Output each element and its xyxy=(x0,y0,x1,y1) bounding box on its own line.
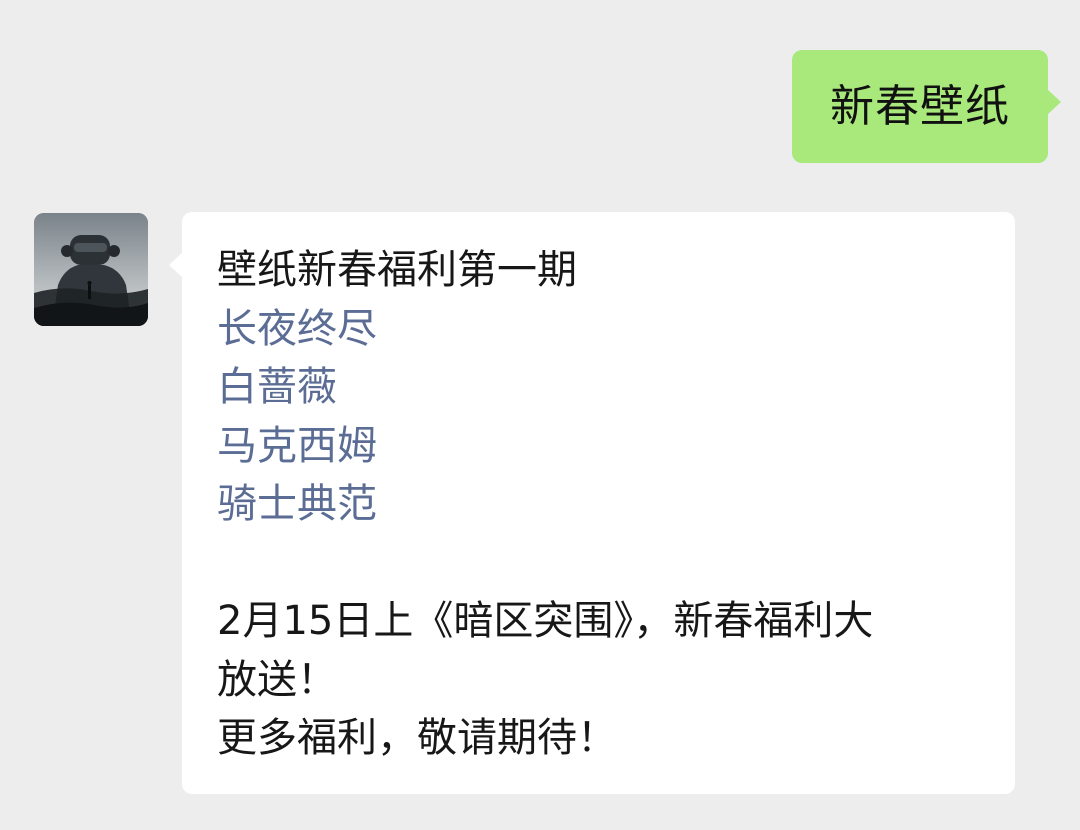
link-wallpaper-4[interactable]: 骑士典范 xyxy=(217,475,985,534)
received-message-bubble[interactable]: 壁纸新春福利第一期 长夜终尽 白蔷薇 马克西姆 骑士典范 2月15日上《暗区突围… xyxy=(169,212,1015,794)
avatar-image xyxy=(34,213,148,326)
message-body-line-3: 更多福利，敬请期待！ xyxy=(217,715,617,761)
sent-message-bubble[interactable]: 新春壁纸 xyxy=(792,50,1061,163)
message-body-line-1: 2月15日上《暗区突围》，新春福利大 xyxy=(217,598,874,644)
link-wallpaper-1[interactable]: 长夜终尽 xyxy=(217,300,985,359)
link-wallpaper-2[interactable]: 白蔷薇 xyxy=(217,358,985,417)
sent-message-text: 新春壁纸 xyxy=(830,80,1010,132)
avatar[interactable] xyxy=(34,213,148,326)
link-wallpaper-3[interactable]: 马克西姆 xyxy=(217,417,985,476)
message-body-line-2: 放送！ xyxy=(217,656,337,703)
message-title: 壁纸新春福利第一期 xyxy=(217,247,577,293)
